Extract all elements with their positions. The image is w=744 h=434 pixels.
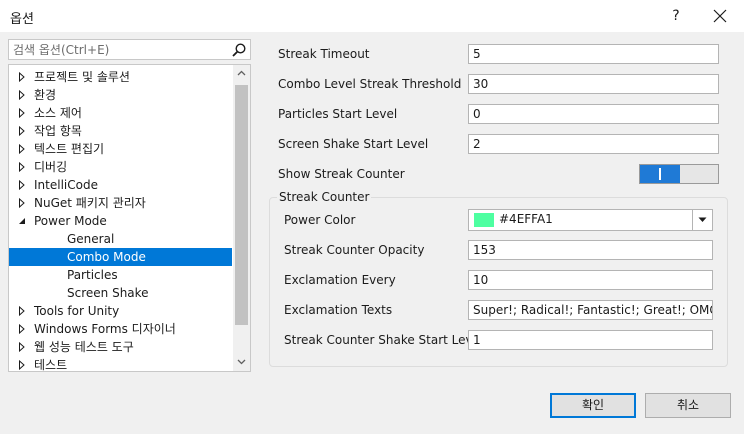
scroll-thumb[interactable] — [235, 85, 248, 325]
help-button[interactable]: ? — [662, 4, 690, 28]
tree-item[interactable]: 디버깅 — [9, 158, 232, 176]
collapsed-arrow-icon[interactable] — [17, 198, 27, 208]
tree-item-label: Particles — [67, 268, 118, 282]
chevron-down-icon — [237, 359, 246, 365]
opacity-label: Streak Counter Opacity — [284, 243, 425, 257]
tree-item-label: 테스트 — [34, 358, 68, 372]
tree-item-label: 디버깅 — [34, 160, 68, 174]
window-title: 옵션 — [10, 12, 34, 27]
show-streak-toggle[interactable] — [639, 164, 719, 184]
tree-item-label: General — [67, 232, 115, 246]
power-color-dropdown-button[interactable] — [692, 210, 712, 230]
tree-item-label: IntelliCode — [34, 178, 98, 192]
tree-item-label: 웹 성능 테스트 도구 — [34, 340, 134, 354]
power-color-label: Power Color — [284, 213, 356, 227]
search-box — [8, 39, 251, 60]
tree-item[interactable]: Tools for Unity — [9, 302, 232, 320]
options-tree: 프로젝트 및 솔루션환경소스 제어작업 항목텍스트 편집기디버깅 IntelliC… — [8, 64, 251, 372]
collapsed-arrow-icon[interactable] — [17, 144, 27, 154]
particles-start-input[interactable]: 0 — [468, 104, 719, 124]
exclamation-texts-label: Exclamation Texts — [284, 303, 393, 317]
streak-timeout-input[interactable]: 5 — [468, 44, 719, 64]
counter-shake-start-label: Streak Counter Shake Start Level — [284, 333, 484, 347]
tree-scrollbar[interactable] — [233, 65, 250, 371]
shake-start-input[interactable]: 2 — [468, 134, 719, 154]
close-icon — [713, 9, 727, 23]
combo-threshold-input[interactable]: 30 — [468, 74, 719, 94]
tree-item[interactable]: NuGet 패키지 관리자 — [9, 194, 232, 212]
collapsed-arrow-icon[interactable] — [17, 342, 27, 352]
tree-item-label: 소스 제어 — [34, 106, 82, 120]
tree-item-label: 환경 — [34, 88, 57, 102]
expanded-arrow-icon[interactable] — [17, 216, 27, 226]
tree-item-label: Power Mode — [34, 214, 107, 228]
chevron-down-icon — [698, 217, 707, 222]
search-icon[interactable] — [231, 42, 247, 58]
exclamation-texts-input[interactable]: Super!; Radical!; Fantastic!; Great!; OM… — [468, 300, 713, 320]
tree-item[interactable]: 프로젝트 및 솔루션 — [9, 68, 232, 86]
combo-threshold-label: Combo Level Streak Threshold — [278, 77, 462, 91]
tree-item[interactable]: 테스트 — [9, 356, 232, 372]
collapsed-arrow-icon[interactable] — [17, 180, 27, 190]
tree-item[interactable]: 텍스트 편집기 — [9, 140, 232, 158]
tree-item[interactable]: Screen Shake — [9, 284, 232, 302]
exclamation-every-input[interactable]: 10 — [468, 270, 713, 290]
collapsed-arrow-icon[interactable] — [17, 324, 27, 334]
tree-item[interactable]: Combo Mode — [9, 248, 232, 266]
show-streak-label: Show Streak Counter — [278, 167, 405, 181]
tree-item[interactable]: 소스 제어 — [9, 104, 232, 122]
tree-item-label: NuGet 패키지 관리자 — [34, 196, 146, 210]
search-input[interactable] — [13, 42, 223, 58]
tree-item-label: Screen Shake — [67, 286, 149, 300]
tree-item-label: Windows Forms 디자이너 — [34, 322, 176, 336]
scroll-down-button[interactable] — [233, 354, 250, 371]
collapsed-arrow-icon[interactable] — [17, 108, 27, 118]
streak-timeout-label: Streak Timeout — [278, 47, 370, 61]
collapsed-arrow-icon[interactable] — [17, 306, 27, 316]
chevron-up-icon — [237, 70, 246, 76]
tree-item[interactable]: 환경 — [9, 86, 232, 104]
collapsed-arrow-icon[interactable] — [17, 72, 27, 82]
power-color-select[interactable]: #4EFFA1 — [468, 209, 713, 231]
tree-item[interactable]: 웹 성능 테스트 도구 — [9, 338, 232, 356]
tree-item[interactable]: IntelliCode — [9, 176, 232, 194]
ok-button[interactable]: 확인 — [550, 393, 636, 418]
toggle-knob — [659, 168, 661, 180]
tree-item[interactable]: Power Mode — [9, 212, 232, 230]
opacity-input[interactable]: 153 — [468, 240, 713, 260]
tree-item[interactable]: Particles — [9, 266, 232, 284]
exclamation-every-label: Exclamation Every — [284, 273, 396, 287]
tree-item-label: 작업 항목 — [34, 124, 82, 138]
tree-item[interactable]: 작업 항목 — [9, 122, 232, 140]
cancel-button[interactable]: 취소 — [645, 393, 731, 418]
tree-item-label: 프로젝트 및 솔루션 — [34, 70, 130, 84]
tree-item-label: 텍스트 편집기 — [34, 142, 105, 156]
toggle-on-state — [640, 165, 680, 183]
collapsed-arrow-icon[interactable] — [17, 360, 27, 370]
streak-counter-group-title: Streak Counter — [277, 190, 372, 204]
tree-item-label: Tools for Unity — [34, 304, 120, 318]
color-swatch — [474, 213, 494, 227]
scroll-up-button[interactable] — [233, 65, 250, 82]
title-bar: 옵션 ? — [0, 0, 744, 32]
tree-item-label: Combo Mode — [67, 250, 146, 264]
power-color-value: #4EFFA1 — [499, 212, 553, 226]
shake-start-label: Screen Shake Start Level — [278, 137, 429, 151]
tree-item[interactable]: Windows Forms 디자이너 — [9, 320, 232, 338]
close-button[interactable] — [706, 4, 734, 28]
counter-shake-start-input[interactable]: 1 — [468, 330, 713, 350]
collapsed-arrow-icon[interactable] — [17, 90, 27, 100]
tree-item[interactable]: General — [9, 230, 232, 248]
collapsed-arrow-icon[interactable] — [17, 126, 27, 136]
particles-start-label: Particles Start Level — [278, 107, 398, 121]
collapsed-arrow-icon[interactable] — [17, 162, 27, 172]
